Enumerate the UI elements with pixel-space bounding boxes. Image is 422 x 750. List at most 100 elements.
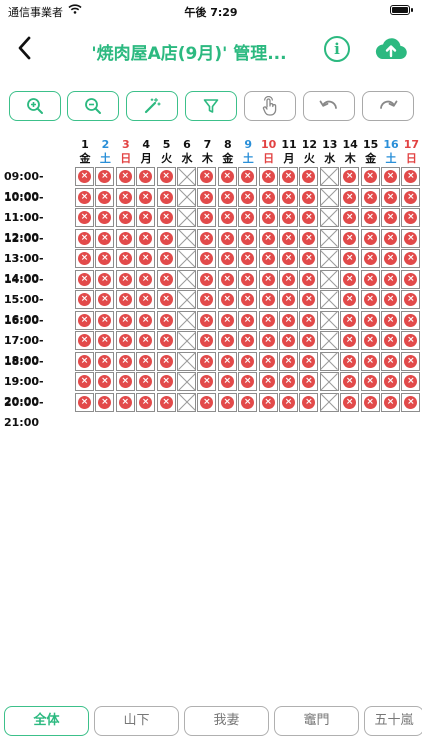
schedule-cell[interactable]: × [136,249,156,268]
schedule-cell[interactable]: × [75,290,94,309]
schedule-cell[interactable]: × [136,372,156,391]
schedule-cell[interactable]: × [279,167,298,186]
schedule-cell[interactable]: × [115,310,135,330]
schedule-cell[interactable]: × [360,372,380,391]
schedule-cell[interactable]: × [156,310,176,330]
schedule-cell[interactable] [177,228,196,248]
schedule-cell[interactable]: × [156,269,176,289]
schedule-cell[interactable] [319,290,339,309]
schedule-cell[interactable]: × [401,372,421,391]
schedule-cell[interactable]: × [258,351,278,371]
schedule-cell[interactable]: × [136,392,156,412]
upload-button[interactable] [374,35,408,63]
schedule-cell[interactable]: × [279,269,298,289]
schedule-cell[interactable]: × [95,290,115,309]
schedule-cell[interactable]: × [340,351,360,371]
schedule-cell[interactable]: × [238,310,258,330]
schedule-cell[interactable] [177,351,196,371]
schedule-cell[interactable]: × [381,208,400,227]
schedule-cell[interactable] [177,310,196,330]
schedule-cell[interactable]: × [197,249,217,268]
schedule-cell[interactable]: × [401,228,421,248]
schedule-cell[interactable]: × [217,167,237,186]
touch-button[interactable] [244,91,296,121]
schedule-cell[interactable]: × [381,331,400,350]
schedule-cell[interactable]: × [401,208,421,227]
schedule-cell[interactable]: × [258,372,278,391]
schedule-cell[interactable]: × [238,249,258,268]
schedule-cell[interactable]: × [156,228,176,248]
schedule-cell[interactable]: × [75,249,94,268]
schedule-cell[interactable]: × [258,249,278,268]
schedule-cell[interactable]: × [340,187,360,207]
schedule-cell[interactable]: × [156,290,176,309]
schedule-cell[interactable]: × [360,269,380,289]
schedule-cell[interactable]: × [360,228,380,248]
schedule-cell[interactable]: × [299,290,319,309]
schedule-cell[interactable]: × [238,269,258,289]
schedule-cell[interactable]: × [75,392,94,412]
schedule-cell[interactable]: × [95,351,115,371]
schedule-cell[interactable]: × [75,269,94,289]
schedule-cell[interactable]: × [75,228,94,248]
schedule-cell[interactable]: × [217,269,237,289]
schedule-cell[interactable]: × [299,249,319,268]
schedule-cell[interactable]: × [115,331,135,350]
schedule-cell[interactable] [177,269,196,289]
schedule-cell[interactable]: × [156,351,176,371]
schedule-cell[interactable]: × [197,392,217,412]
schedule-cell[interactable]: × [95,208,115,227]
schedule-cell[interactable]: × [217,372,237,391]
schedule-cell[interactable]: × [401,310,421,330]
schedule-cell[interactable]: × [299,269,319,289]
schedule-cell[interactable]: × [197,208,217,227]
schedule-cell[interactable]: × [238,351,258,371]
schedule-cell[interactable]: × [115,269,135,289]
schedule-cell[interactable]: × [217,290,237,309]
schedule-cell[interactable]: × [299,167,319,186]
schedule-cell[interactable]: × [340,208,360,227]
schedule-cell[interactable]: × [299,208,319,227]
schedule-cell[interactable]: × [217,310,237,330]
schedule-cell[interactable]: × [401,269,421,289]
schedule-cell[interactable]: × [197,331,217,350]
schedule-cell[interactable]: × [299,310,319,330]
schedule-cell[interactable]: × [136,208,156,227]
schedule-cell[interactable]: × [115,249,135,268]
schedule-cell[interactable]: × [238,167,258,186]
schedule-cell[interactable]: × [360,351,380,371]
schedule-cell[interactable]: × [279,187,298,207]
schedule-cell[interactable]: × [95,392,115,412]
schedule-cell[interactable]: × [95,331,115,350]
schedule-cell[interactable]: × [340,167,360,186]
schedule-cell[interactable]: × [197,372,217,391]
schedule-cell[interactable]: × [75,208,94,227]
schedule-cell[interactable]: × [360,167,380,186]
schedule-cell[interactable] [177,167,196,186]
schedule-cell[interactable]: × [95,372,115,391]
schedule-cell[interactable]: × [258,310,278,330]
schedule-cell[interactable]: × [197,351,217,371]
schedule-cell[interactable]: × [156,167,176,186]
schedule-cell[interactable]: × [95,187,115,207]
schedule-cell[interactable]: × [238,372,258,391]
schedule-cell[interactable]: × [360,208,380,227]
member-tab[interactable]: 全体 [4,706,89,736]
member-tab[interactable]: 五十嵐 [364,706,422,736]
schedule-cell[interactable]: × [238,208,258,227]
schedule-cell[interactable]: × [279,249,298,268]
schedule-cell[interactable]: × [115,392,135,412]
schedule-cell[interactable]: × [258,208,278,227]
schedule-cell[interactable]: × [381,167,400,186]
schedule-cell[interactable]: × [136,167,156,186]
schedule-cell[interactable]: × [258,187,278,207]
schedule-cell[interactable]: × [401,351,421,371]
schedule-cell[interactable] [177,249,196,268]
schedule-cell[interactable]: × [279,290,298,309]
schedule-cell[interactable]: × [381,392,400,412]
schedule-cell[interactable]: × [217,249,237,268]
member-tab[interactable]: 竈門 [274,706,359,736]
schedule-cell[interactable]: × [156,249,176,268]
member-tab[interactable]: 山下 [94,706,179,736]
schedule-cell[interactable]: × [115,351,135,371]
